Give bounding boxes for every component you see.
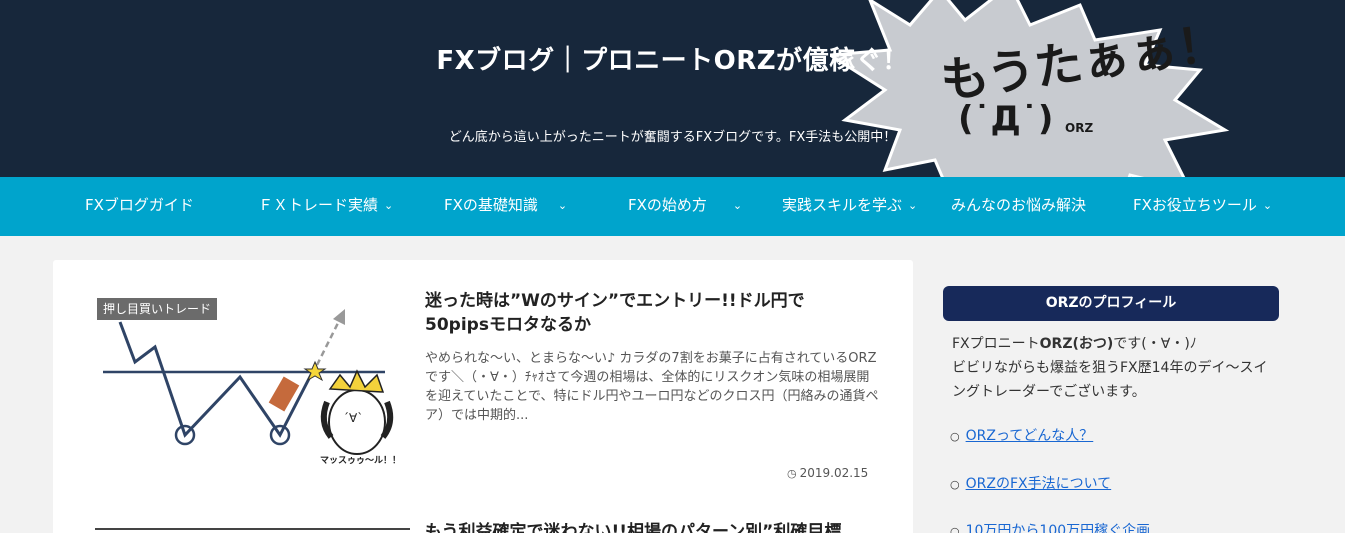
sidebar-link-item: ○ ORZってどんな人？ xyxy=(950,425,1093,445)
nav-item-label: FXの始め方 xyxy=(628,196,707,214)
site-tagline: どん底から這い上がったニートが奮闘するFXブログです。FX手法も公開中！ xyxy=(448,130,897,145)
sidebar-link-project[interactable]: 10万円から100万円稼ぐ企画 xyxy=(966,523,1151,533)
circle-bullet-icon: ○ xyxy=(950,478,960,491)
site-title[interactable]: FXブログ｜プロニートORZが億稼ぐ！ xyxy=(0,40,1345,77)
nav-item-troubleshooting[interactable]: みんなのお悩み解決 xyxy=(951,177,1086,236)
profile-description: ビビリながらも爆益を狙うFX歴14年のデイ〜スイングトレーダーでございます。 xyxy=(952,360,1268,400)
svg-text:´∀`: ´∀` xyxy=(343,411,363,425)
site-header: もうたぁぁ！ (˙Д˙) ORZ FXブログ｜プロニートORZが億稼ぐ！ どん底… xyxy=(0,0,1345,177)
chevron-down-icon: ⌄ xyxy=(908,199,918,212)
nav-item-practical-skills[interactable]: 実践スキルを学ぶ ⌄ xyxy=(782,177,917,236)
site-title-link[interactable]: FXブログ｜プロニートORZが億稼ぐ！ xyxy=(436,46,908,76)
profile-name: ORZ(おつ) xyxy=(1039,336,1114,352)
nav-item-label: 実践スキルを学ぶ xyxy=(782,196,903,214)
nav-item-trade-results[interactable]: ＦＸトレード実績 ⌄ xyxy=(258,177,393,236)
chevron-down-icon: ⌄ xyxy=(1262,199,1273,212)
profile-widget-title: ORZのプロフィール xyxy=(943,286,1279,321)
profile-text: FXプロニートORZ(おつ)です(・∀・)ﾉ ビビリながらも爆益を狙うFX歴14… xyxy=(952,332,1272,404)
profile-intro-a: FXプロニート xyxy=(952,336,1040,352)
post-date: ◷ 2019.02.15 xyxy=(787,466,868,480)
main-nav: FXブログガイド ＦＸトレード実績 ⌄ FXの基礎知識 ⌄ FXの始め方 ⌄ 実践スキ… xyxy=(0,177,1345,236)
post-thumbnail[interactable] xyxy=(95,528,410,533)
post-title[interactable]: 迷った時は”Wのサイン”でエントリー!!ドル円で50pipsモロタなるか xyxy=(425,289,865,337)
chevron-down-icon: ⌄ xyxy=(384,199,394,212)
thumbnail-caption: マッスゥゥ〜ル！！ xyxy=(320,455,401,466)
nav-item-fx-blog-guide[interactable]: FXブログガイド xyxy=(85,177,194,236)
post-thumbnail[interactable]: ´∀` マッスゥゥ〜ル！！ xyxy=(95,297,410,472)
nav-item-label: FXの基礎知識 xyxy=(444,196,538,214)
post-title[interactable]: もう利益確定で迷わない!!相場のパターン別”利確目標 xyxy=(425,520,865,533)
nav-item-fx-basics[interactable]: FXの基礎知識 ⌄ xyxy=(444,177,567,236)
nav-item-useful-tools[interactable]: FXお役立ちツール ⌄ xyxy=(1133,177,1272,236)
sidebar-link-item: ○ ORZのFX手法について xyxy=(950,473,1111,493)
circle-bullet-icon: ○ xyxy=(950,525,960,533)
post-date-value: 2019.02.15 xyxy=(799,466,869,480)
clock-icon: ◷ xyxy=(787,467,797,480)
nav-item-label: FXブログガイド xyxy=(85,196,194,214)
nav-item-label: みんなのお悩み解決 xyxy=(951,196,1087,214)
circle-bullet-icon: ○ xyxy=(950,430,960,443)
post-excerpt: やめられな〜い、とまらな〜い♪ カラダの7割をお菓子に占有されているORZです＼… xyxy=(425,351,879,423)
sidebar-link-fx-method[interactable]: ORZのFX手法について xyxy=(966,476,1112,492)
profile-intro-c: です(・∀・)ﾉ xyxy=(1113,336,1197,352)
nav-item-label: ＦＸトレード実績 xyxy=(258,196,379,214)
nav-item-getting-started[interactable]: FXの始め方 ⌄ xyxy=(628,177,742,236)
sidebar-link-about-orz[interactable]: ORZってどんな人？ xyxy=(966,428,1094,444)
chevron-down-icon: ⌄ xyxy=(732,199,743,212)
sidebar-link-item: ○ 10万円から100万円稼ぐ企画 xyxy=(950,520,1150,533)
thumbnail-category-label: 押し目買いトレード xyxy=(97,298,218,320)
header-logo-art: もうたぁぁ！ (˙Д˙) ORZ xyxy=(830,0,1230,177)
chevron-down-icon: ⌄ xyxy=(557,199,568,212)
nav-item-label: FXお役立ちツール xyxy=(1133,196,1257,214)
